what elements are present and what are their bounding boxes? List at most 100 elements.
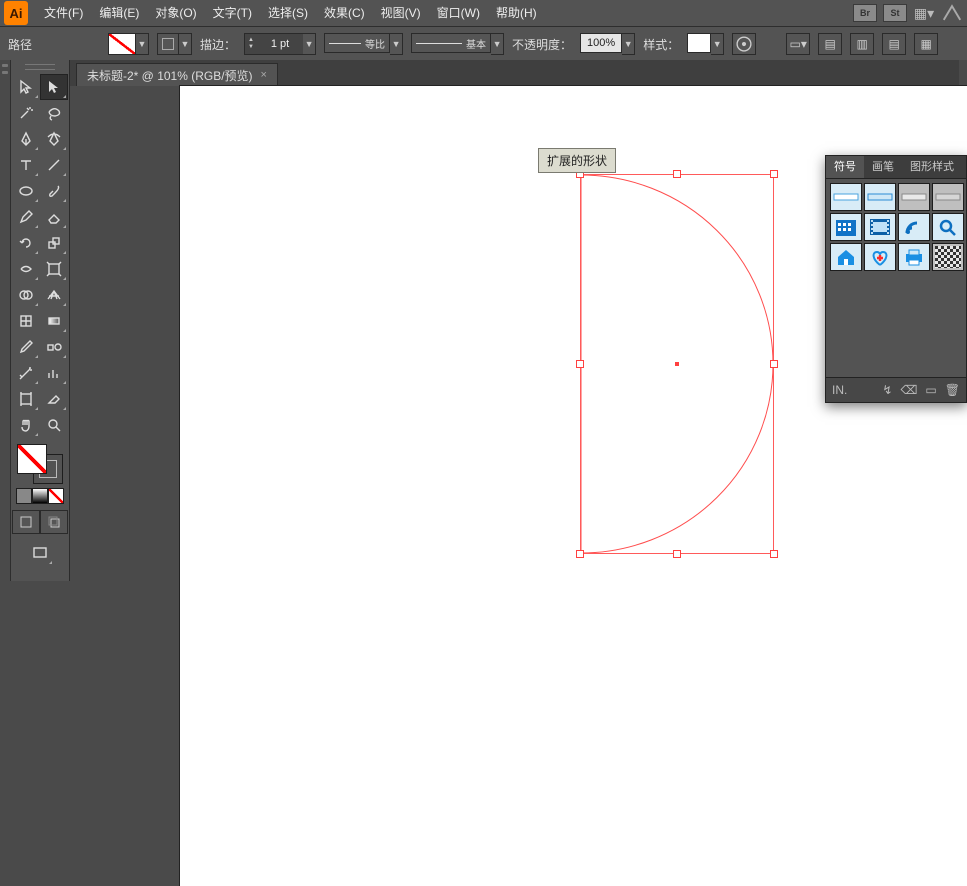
align-hcenter-icon[interactable]: ▥ [850,33,874,55]
recolor-artwork-icon[interactable] [732,33,756,55]
brush-definition[interactable]: 基本 [411,33,491,53]
panel-tab-brushes[interactable]: 画笔 [864,156,902,178]
align-right-icon[interactable]: ▤ [882,33,906,55]
symbol-bar-2[interactable] [864,183,896,211]
scale-tool[interactable] [40,230,68,256]
menu-effect[interactable]: 效果(C) [316,0,373,26]
handle-top-mid[interactable] [673,170,681,178]
brush-dropdown[interactable]: ▼ [491,33,504,55]
zoom-tool[interactable] [40,412,68,438]
break-link-icon[interactable]: ⌫ [900,383,917,397]
eyedropper-tool[interactable] [12,334,40,360]
pen-tool[interactable] [12,126,40,152]
panel-tab-graphic-styles[interactable]: 图形样式 [902,156,962,178]
column-graph-tool[interactable] [40,360,68,386]
symbols-panel[interactable]: 符号 画笔 图形样式 IN. ↯ ⌫ ▭ 🗑 [825,155,967,403]
paintbrush-tool[interactable] [40,178,68,204]
opacity-value[interactable]: 100% [580,33,622,53]
menu-select[interactable]: 选择(S) [260,0,316,26]
fill-stroke-block[interactable] [17,444,63,484]
stock-button[interactable]: St [883,4,907,22]
symbol-bar-4[interactable] [932,183,964,211]
new-symbol-icon[interactable]: ▭ [925,383,936,397]
ellipse-tool[interactable] [12,178,40,204]
align-to-button[interactable]: ▭▾ [786,33,810,55]
place-symbol-instance-icon[interactable]: ↯ [882,383,892,397]
document-tab[interactable]: 未标题-2* @ 101% (RGB/预览) × [76,63,278,86]
selection-bounding-box[interactable] [580,174,774,554]
symbol-bar-3[interactable] [898,183,930,211]
arrange-documents-icon[interactable]: ▦▾ [913,4,935,22]
opacity-dropdown[interactable]: ▼ [622,33,635,55]
direct-selection-tool[interactable] [40,74,68,100]
magic-wand-tool[interactable] [12,100,40,126]
handle-mid-left[interactable] [576,360,584,368]
delete-symbol-icon[interactable]: 🗑 [945,383,960,397]
mesh-tool[interactable] [12,308,40,334]
draw-behind-icon[interactable] [40,510,68,534]
panel-tab-symbols[interactable]: 符号 [826,156,864,178]
type-tool[interactable] [12,152,40,178]
free-transform-tool[interactable] [40,256,68,282]
color-mode-none[interactable] [48,488,64,504]
graphic-style-dropdown[interactable]: ▼ [711,33,724,55]
symbol-search[interactable] [932,213,964,241]
symbol-libraries-icon[interactable]: IN. [832,383,847,397]
variable-width-profile[interactable]: 等比 [324,33,390,53]
symbol-calendar[interactable] [830,213,862,241]
menu-view[interactable]: 视图(V) [373,0,429,26]
bridge-button[interactable]: Br [853,4,877,22]
symbol-heart-plus[interactable] [864,243,896,271]
artboard-tool[interactable] [12,386,40,412]
toolbox-grip[interactable] [25,64,55,70]
curvature-tool[interactable] [40,126,68,152]
color-mode-solid[interactable] [16,488,32,504]
left-dock-strip[interactable] [0,60,11,581]
fill-swatch[interactable] [108,33,136,55]
draw-normal-icon[interactable] [12,510,40,534]
fill-dropdown[interactable]: ▼ [136,33,149,55]
eraser-tool[interactable] [40,204,68,230]
graphic-style-swatch[interactable] [687,33,711,53]
blend-tool[interactable] [40,334,68,360]
screen-mode-button[interactable] [26,540,54,566]
stroke-dropdown[interactable]: ▼ [179,33,192,55]
color-mode-gradient[interactable] [32,488,48,504]
symbol-printer[interactable] [898,243,930,271]
width-tool[interactable] [12,256,40,282]
gpu-preview-icon[interactable] [941,4,963,22]
close-tab-icon[interactable]: × [261,69,267,81]
hand-tool[interactable] [12,412,40,438]
variable-width-dropdown[interactable]: ▼ [390,33,403,55]
symbol-sprayer-tool[interactable] [12,360,40,386]
gradient-tool[interactable] [40,308,68,334]
menu-help[interactable]: 帮助(H) [488,0,545,26]
fill-color-swatch[interactable] [17,444,47,474]
shape-builder-tool[interactable] [12,282,40,308]
stroke-swatch[interactable] [157,33,179,55]
menu-type[interactable]: 文字(T) [205,0,260,26]
rotate-tool[interactable] [12,230,40,256]
symbol-film[interactable] [864,213,896,241]
handle-bot-right[interactable] [770,550,778,558]
handle-top-right[interactable] [770,170,778,178]
menu-object[interactable]: 对象(O) [147,0,204,26]
selection-tool[interactable] [12,74,40,100]
symbol-bar-1[interactable] [830,183,862,211]
symbol-home[interactable] [830,243,862,271]
perspective-grid-tool[interactable] [40,282,68,308]
symbol-checker[interactable] [932,243,964,271]
align-left-icon[interactable]: ▤ [818,33,842,55]
handle-bot-mid[interactable] [673,550,681,558]
handle-mid-right[interactable] [770,360,778,368]
lasso-tool[interactable] [40,100,68,126]
symbol-rss[interactable] [898,213,930,241]
pencil-tool[interactable] [12,204,40,230]
line-segment-tool[interactable] [40,152,68,178]
handle-bot-left[interactable] [576,550,584,558]
menu-window[interactable]: 窗口(W) [429,0,488,26]
slice-tool[interactable] [40,386,68,412]
stroke-weight-input[interactable]: ▲▼ ▼ [244,33,316,55]
menu-file[interactable]: 文件(F) [36,0,91,26]
menu-edit[interactable]: 编辑(E) [91,0,147,26]
